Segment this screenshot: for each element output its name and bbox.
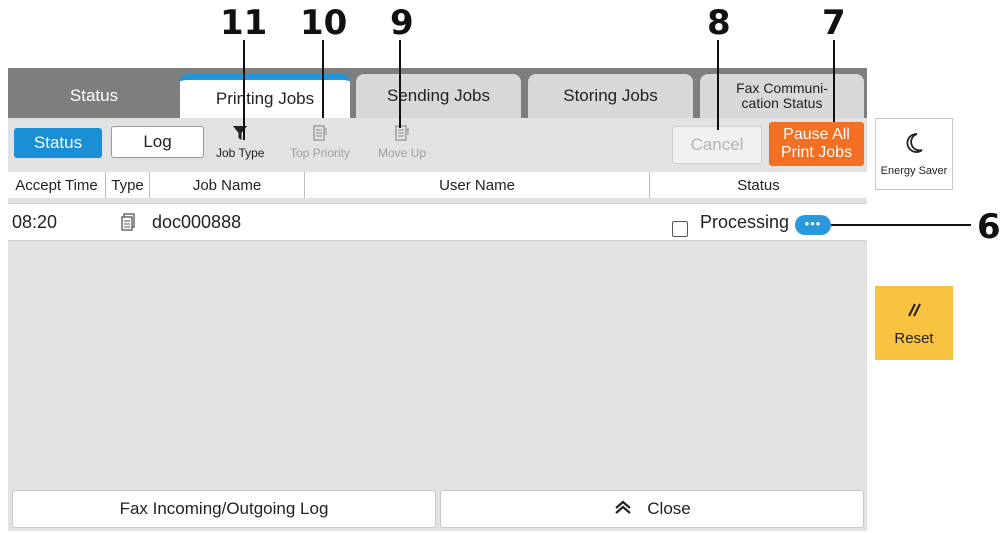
close-button[interactable]: Close: [440, 490, 864, 528]
energy-saver-button[interactable]: Energy Saver: [875, 118, 953, 190]
double-chevron-up-icon: [613, 499, 633, 520]
callout-9: 9: [390, 3, 414, 43]
moon-icon: [904, 132, 924, 157]
accept-time-cell: 08:20: [12, 211, 58, 232]
move-up-icon: [393, 124, 411, 146]
tab-status[interactable]: Status: [14, 74, 174, 118]
reset-label: Reset: [894, 329, 934, 347]
filter-icon: [232, 124, 248, 146]
column-job-name[interactable]: Job Name: [150, 172, 305, 198]
column-status[interactable]: Status: [650, 172, 867, 198]
top-priority-label: Top Priority: [290, 146, 351, 160]
tab-printing-jobs[interactable]: Printing Jobs: [180, 74, 350, 118]
leader-line-8: [717, 40, 719, 130]
status-view-button[interactable]: Status: [14, 128, 102, 158]
energy-saver-label: Energy Saver: [880, 164, 948, 177]
cancel-button[interactable]: Cancel: [672, 126, 762, 164]
leader-line-7: [833, 40, 835, 122]
column-accept-time[interactable]: Accept Time: [8, 172, 106, 198]
move-up-label: Move Up: [378, 146, 427, 160]
top-priority-button[interactable]: Top Priority: [290, 124, 350, 160]
callout-11: 11: [220, 3, 268, 43]
more-details-icon[interactable]: •••: [795, 215, 831, 235]
tab-fax-communication-status[interactable]: Fax Communi-cation Status: [700, 74, 864, 118]
pause-all-print-jobs-button[interactable]: Pause All Print Jobs: [769, 122, 864, 166]
job-name-cell: doc000888: [152, 211, 242, 232]
move-up-button[interactable]: Move Up: [378, 124, 426, 160]
leader-line-9: [399, 40, 401, 128]
leader-line-6: [831, 224, 971, 226]
column-type[interactable]: Type: [106, 172, 150, 198]
callout-6: 6: [977, 207, 1001, 247]
tab-storing-jobs[interactable]: Storing Jobs: [528, 74, 693, 118]
callout-7: 7: [822, 3, 846, 43]
leader-line-11: [243, 40, 245, 140]
document-copy-icon: [121, 203, 135, 241]
column-user-name[interactable]: User Name: [305, 172, 650, 198]
reset-button[interactable]: Reset: [875, 286, 953, 360]
fax-log-button[interactable]: Fax Incoming/Outgoing Log: [12, 490, 436, 528]
callout-8: 8: [707, 3, 731, 43]
status-cell: Processing: [700, 211, 790, 232]
leader-line-10: [322, 40, 324, 118]
log-view-button[interactable]: Log: [111, 126, 204, 158]
job-type-button[interactable]: Job Type: [216, 124, 264, 160]
callout-10: 10: [300, 3, 348, 43]
job-type-label: Job Type: [216, 146, 265, 160]
close-label: Close: [647, 499, 691, 518]
row-select-checkbox[interactable]: [672, 221, 688, 237]
tab-sending-jobs[interactable]: Sending Jobs: [356, 74, 521, 118]
reset-icon: [905, 300, 923, 324]
priority-list-icon: [311, 124, 329, 146]
